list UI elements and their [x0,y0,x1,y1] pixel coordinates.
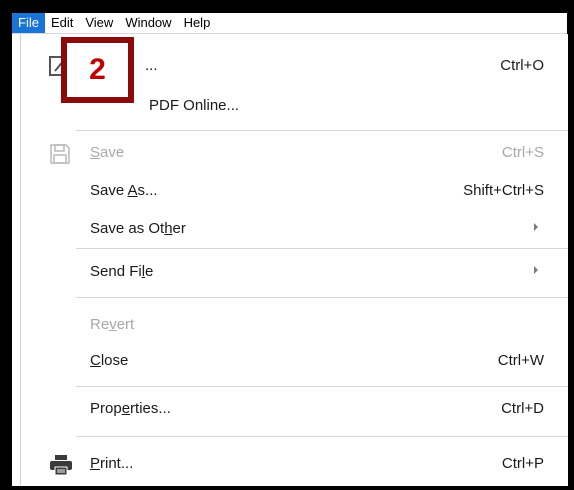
menu-edit[interactable]: Edit [45,13,79,33]
menu-separator [76,130,568,131]
menu-item-save: Save Ctrl+S [21,133,568,173]
menu-item-properties[interactable]: Properties... Ctrl+D [21,389,568,429]
printer-icon [49,454,72,476]
menu-item-print-label: Print... [90,455,134,472]
menu-item-close-label: Close [90,352,129,369]
menu-item-revert: Revert [21,305,568,345]
step-number-badge: 2 [61,37,134,103]
menu-item-properties-label: Properties... [90,400,171,417]
menu-bar: File Edit View Window Help [12,13,567,34]
frame-left [0,0,12,490]
menu-item-save-label: Save [90,144,125,161]
menu-item-save-as-shortcut: Shift+Ctrl+S [463,182,544,199]
menu-item-open-label: ... [145,57,158,74]
menu-item-revert-label: Revert [90,316,135,333]
step-number: 2 [89,53,106,86]
frame-right [567,0,574,490]
menu-file[interactable]: File [12,13,45,33]
menu-item-close[interactable]: Close Ctrl+W [21,341,568,381]
menu-item-close-shortcut: Ctrl+W [497,352,544,369]
menu-item-save-as[interactable]: Save As... Shift+Ctrl+S [21,171,568,211]
menu-item-save-as-other-label: Save as Other [90,220,186,237]
menu-separator [76,297,568,298]
menu-window[interactable]: Window [119,13,177,33]
frame-bottom [0,486,574,490]
submenu-arrow-icon [534,266,538,274]
menu-item-save-as-label: Save As... [90,182,158,199]
menu-item-send-file[interactable]: Send File [21,252,568,292]
menu-item-save-shortcut: Ctrl+S [501,144,544,161]
menu-separator [76,386,568,387]
menu-item-properties-shortcut: Ctrl+D [501,400,544,417]
frame-top [0,0,574,13]
menu-view[interactable]: View [79,13,119,33]
menu-item-print[interactable]: Print... Ctrl+P [21,444,568,484]
menu-separator [76,248,568,249]
menu-item-open-shortcut: Ctrl+O [500,57,544,74]
menu-item-open-online-label: PDF Online... [149,97,240,114]
menu-item-print-shortcut: Ctrl+P [501,455,544,472]
menu-item-send-file-label: Send File [90,263,154,280]
submenu-arrow-icon [534,223,538,231]
menu-help[interactable]: Help [178,13,217,33]
menu-separator [76,436,568,437]
menu-item-save-as-other[interactable]: Save as Other [21,209,568,249]
save-disk-icon [49,143,71,164]
